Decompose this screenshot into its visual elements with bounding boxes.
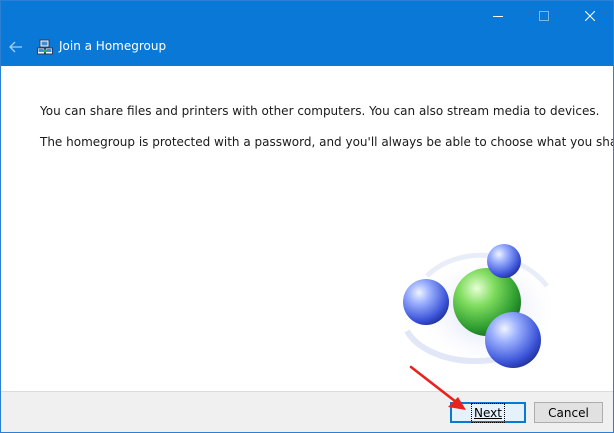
- minimize-button[interactable]: [475, 1, 521, 31]
- homegroup-icon: [37, 39, 53, 55]
- cancel-button[interactable]: Cancel: [534, 402, 603, 423]
- cancel-button-label: Cancel: [548, 405, 589, 420]
- password-paragraph: The homegroup is protected with a passwo…: [40, 135, 614, 149]
- back-arrow-icon: [9, 41, 22, 53]
- back-button[interactable]: [5, 37, 27, 57]
- button-bar: Next Cancel: [1, 391, 613, 432]
- close-icon: [585, 11, 595, 21]
- next-button-label: Next: [471, 402, 505, 423]
- close-button[interactable]: [567, 1, 613, 31]
- minimize-icon: [493, 16, 503, 17]
- homegroup-wizard-window: Join a Homegroup You can share files and…: [0, 0, 614, 433]
- title-bar: Join a Homegroup: [1, 1, 613, 66]
- content-area: You can share files and printers with ot…: [1, 66, 613, 391]
- homegroup-spheres-illustration: [403, 244, 557, 369]
- maximize-icon: [539, 11, 549, 21]
- description-paragraph: You can share files and printers with ot…: [40, 104, 600, 118]
- next-button[interactable]: Next: [450, 402, 526, 423]
- window-title: Join a Homegroup: [59, 39, 167, 53]
- maximize-button[interactable]: [521, 1, 567, 31]
